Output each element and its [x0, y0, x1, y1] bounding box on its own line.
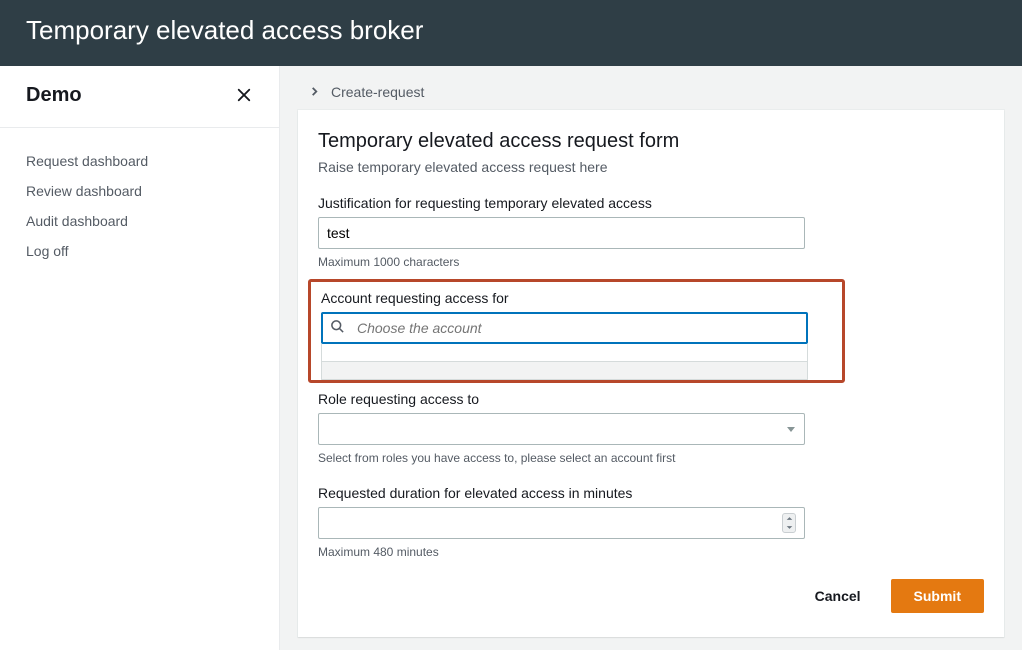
app-header: Temporary elevated access broker [0, 0, 1022, 66]
duration-field: Requested duration for elevated access i… [318, 485, 984, 559]
main-area: Create-request Temporary elevated access… [280, 66, 1022, 650]
caret-down-icon [786, 421, 796, 437]
form-subtitle: Raise temporary elevated access request … [318, 159, 984, 175]
sidebar: Demo Request dashboard Review dashboard … [0, 66, 280, 650]
sidebar-item-review-dashboard[interactable]: Review dashboard [0, 176, 279, 206]
breadcrumb: Create-request [280, 66, 1022, 110]
justification-field: Justification for requesting temporary e… [318, 195, 984, 269]
breadcrumb-current: Create-request [331, 84, 424, 100]
stepper-up-icon[interactable] [783, 514, 795, 523]
duration-hint: Maximum 480 minutes [318, 545, 984, 559]
account-dropdown-option[interactable] [321, 344, 808, 362]
justification-label: Justification for requesting temporary e… [318, 195, 984, 211]
role-field: Role requesting access to Select from ro… [318, 391, 984, 465]
account-field: Account requesting access for [321, 290, 832, 380]
form-title: Temporary elevated access request form [318, 130, 984, 153]
sidebar-header: Demo [0, 66, 279, 128]
account-label: Account requesting access for [321, 290, 832, 306]
account-highlight-box: Account requesting access for [308, 279, 845, 383]
app-title: Temporary elevated access broker [26, 15, 423, 45]
sidebar-item-request-dashboard[interactable]: Request dashboard [0, 146, 279, 176]
form-panel: Temporary elevated access request form R… [298, 110, 1004, 637]
account-search-wrap [321, 312, 808, 344]
sidebar-title: Demo [26, 84, 82, 107]
form-actions: Cancel Submit [318, 579, 984, 613]
close-icon[interactable] [235, 86, 253, 104]
account-dropdown-option-selected[interactable] [321, 362, 808, 380]
role-label: Role requesting access to [318, 391, 984, 407]
role-select[interactable] [318, 413, 805, 445]
justification-hint: Maximum 1000 characters [318, 255, 984, 269]
role-hint: Select from roles you have access to, pl… [318, 451, 984, 465]
account-search-input[interactable] [321, 312, 808, 344]
sidebar-item-log-off[interactable]: Log off [0, 236, 279, 266]
submit-button[interactable]: Submit [891, 579, 984, 613]
number-stepper[interactable] [782, 513, 796, 533]
cancel-button[interactable]: Cancel [801, 580, 875, 612]
chevron-right-icon [310, 87, 319, 96]
stepper-down-icon[interactable] [783, 523, 795, 532]
duration-label: Requested duration for elevated access i… [318, 485, 984, 501]
sidebar-item-audit-dashboard[interactable]: Audit dashboard [0, 206, 279, 236]
search-icon [330, 319, 345, 337]
duration-input[interactable] [318, 507, 805, 539]
sidebar-nav: Request dashboard Review dashboard Audit… [0, 128, 279, 266]
justification-input[interactable] [318, 217, 805, 249]
